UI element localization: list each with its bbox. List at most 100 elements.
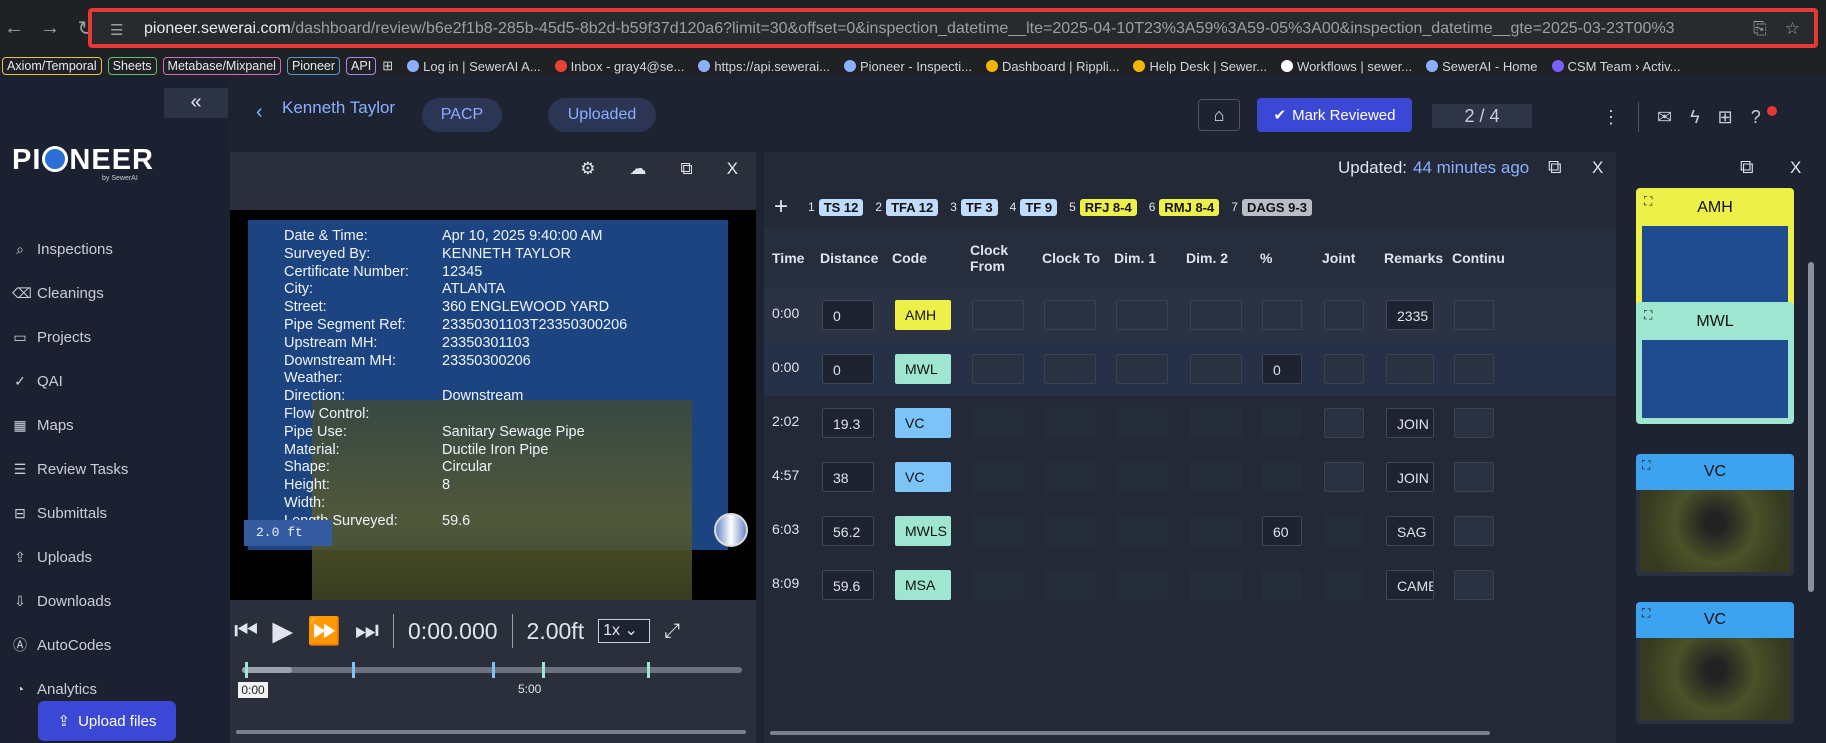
joint-input[interactable] xyxy=(1324,516,1364,546)
bookmark-link[interactable]: https://api.sewerai... xyxy=(698,59,830,74)
mail-icon[interactable]: ✉ xyxy=(1657,107,1672,128)
column-header[interactable]: Code xyxy=(892,228,927,288)
sidebar-item-projects[interactable]: ▭ Projects xyxy=(12,315,128,359)
observation-thumbnail[interactable]: MWL ⛶ xyxy=(1636,302,1794,424)
empty-cell[interactable] xyxy=(1116,462,1168,492)
settings-gear-icon[interactable]: ⚙ xyxy=(580,159,595,179)
back-chevron-icon[interactable]: ‹ xyxy=(256,101,263,124)
sidebar-item-cleanings[interactable]: ⌫ Cleanings xyxy=(12,271,128,315)
column-header[interactable]: Time xyxy=(772,228,804,288)
bookmark-folder[interactable]: Pioneer xyxy=(286,57,341,75)
table-row[interactable]: 8:09 59.6 MSA CAME xyxy=(764,558,1616,612)
sidebar-item-downloads[interactable]: ⇩ Downloads xyxy=(12,579,128,623)
distance-input[interactable]: 19.3 xyxy=(822,408,874,438)
code-badge[interactable]: VC xyxy=(895,462,951,492)
remarks-input[interactable]: CAME xyxy=(1386,570,1434,600)
inspection-pager[interactable]: 2 / 4 xyxy=(1432,104,1532,128)
percent-input[interactable] xyxy=(1262,300,1302,330)
timeline-marker[interactable] xyxy=(352,662,355,678)
empty-cell[interactable] xyxy=(972,516,1024,546)
quick-code-chip[interactable]: 1 TS 12 xyxy=(808,198,864,216)
empty-cell[interactable] xyxy=(1116,408,1168,438)
bookmark-folder[interactable]: Sheets xyxy=(107,57,157,75)
code-badge[interactable]: AMH xyxy=(895,300,951,330)
close-video-icon[interactable]: X xyxy=(727,159,738,179)
observation-thumbnail[interactable]: VC ⛶ xyxy=(1636,602,1794,724)
bookmark-link[interactable]: Help Desk | Sewer... xyxy=(1133,59,1267,74)
column-header[interactable]: Dim. 2 xyxy=(1186,228,1228,288)
timeline-marker[interactable] xyxy=(244,662,248,678)
mark-reviewed-button[interactable]: ✔ Mark Reviewed xyxy=(1257,98,1412,132)
column-header[interactable]: Joint xyxy=(1322,228,1355,288)
install-icon[interactable]: ⎘ xyxy=(1753,19,1767,39)
percent-input[interactable]: 0 xyxy=(1262,354,1302,384)
joint-input[interactable] xyxy=(1324,408,1364,438)
remarks-input[interactable]: JOIN xyxy=(1386,462,1434,492)
joint-input[interactable] xyxy=(1324,462,1364,492)
joint-input[interactable] xyxy=(1324,570,1364,600)
video-frame[interactable]: Date & Time: Apr 10, 2025 9:40:00 AM Surve… xyxy=(230,210,756,600)
expand-icon[interactable]: ⛶ xyxy=(1642,606,1650,621)
empty-cell[interactable] xyxy=(1190,516,1242,546)
empty-cell[interactable] xyxy=(1044,300,1096,330)
expand-icon[interactable]: ⛶ xyxy=(1642,458,1650,473)
quick-code-chip[interactable]: 4 TF 9 xyxy=(1010,198,1058,216)
quick-code-chip[interactable]: 2 TFA 12 xyxy=(875,198,939,216)
empty-cell[interactable] xyxy=(1116,300,1168,330)
percent-input[interactable]: 60 xyxy=(1262,516,1302,546)
bookmark-link[interactable]: Pioneer - Inspecti... xyxy=(843,59,972,74)
remarks-input[interactable]: JOIN xyxy=(1386,408,1434,438)
column-header[interactable]: Clock To xyxy=(1042,228,1100,288)
cloud-upload-icon[interactable]: ☁ xyxy=(630,159,647,179)
bookmark-folder[interactable]: API xyxy=(346,57,377,75)
open-external-icon[interactable]: ⧉ xyxy=(1548,157,1562,179)
continuous-input[interactable] xyxy=(1454,354,1494,384)
quick-code-chip[interactable]: 3 TF 3 xyxy=(950,198,998,216)
empty-cell[interactable] xyxy=(1044,462,1096,492)
forward-icon[interactable]: → xyxy=(40,17,60,40)
vertical-scrollbar[interactable] xyxy=(1808,262,1814,592)
empty-cell[interactable] xyxy=(972,300,1024,330)
bookmark-folder[interactable]: Metabase/Mixpanel xyxy=(162,57,281,75)
bookmark-link[interactable]: Workflows | sewer... xyxy=(1281,59,1412,74)
empty-cell[interactable] xyxy=(1044,408,1096,438)
table-row[interactable]: 6:03 56.2 MWLS 60 SAG xyxy=(764,504,1616,558)
add-observation-icon[interactable]: + xyxy=(774,193,788,221)
horizontal-scrollbar[interactable] xyxy=(770,731,1490,735)
fast-forward-icon[interactable]: ⏩ xyxy=(307,615,341,647)
expand-icon[interactable]: ⛶ xyxy=(1644,194,1652,209)
continuous-input[interactable] xyxy=(1454,408,1494,438)
empty-cell[interactable] xyxy=(972,570,1024,600)
quick-code-chip[interactable]: 5 RFJ 8-4 xyxy=(1069,198,1137,216)
skip-forward-icon[interactable]: ⏭ xyxy=(355,615,379,647)
site-settings-icon[interactable]: ☰ xyxy=(110,21,123,39)
remarks-input[interactable]: SAG xyxy=(1386,516,1434,546)
empty-cell[interactable] xyxy=(972,408,1024,438)
sidebar-item-inspections[interactable]: ⌕ Inspections xyxy=(12,227,128,271)
quick-code-chip[interactable]: 7 DAGS 9-3 xyxy=(1231,198,1312,216)
joint-input[interactable] xyxy=(1324,300,1364,330)
bookmark-link[interactable]: Log in | SewerAI A... xyxy=(407,59,541,74)
empty-cell[interactable] xyxy=(1190,570,1242,600)
sidebar-item-uploads[interactable]: ⇪ Uploads xyxy=(12,535,128,579)
empty-cell[interactable] xyxy=(1116,516,1168,546)
distance-input[interactable]: 0 xyxy=(822,354,874,384)
bookmark-folder[interactable]: Axiom/Temporal xyxy=(2,57,102,75)
code-badge[interactable]: MSA xyxy=(895,570,951,600)
column-header[interactable]: Distance xyxy=(820,228,878,288)
back-icon[interactable]: ← xyxy=(4,17,24,40)
apps-grid-icon[interactable]: ⊞ xyxy=(382,58,393,74)
continuous-input[interactable] xyxy=(1454,570,1494,600)
empty-cell[interactable] xyxy=(1190,408,1242,438)
empty-cell[interactable] xyxy=(1190,354,1242,384)
column-header[interactable]: Remarks xyxy=(1384,228,1443,288)
empty-cell[interactable] xyxy=(1116,354,1168,384)
empty-cell[interactable] xyxy=(972,462,1024,492)
continuous-input[interactable] xyxy=(1454,300,1494,330)
remarks-input[interactable]: 2335 xyxy=(1386,300,1434,330)
code-badge[interactable]: MWL xyxy=(895,354,951,384)
percent-input[interactable] xyxy=(1262,462,1302,492)
empty-cell[interactable] xyxy=(1044,354,1096,384)
inspector-name[interactable]: Kenneth Taylor xyxy=(282,98,395,118)
sidebar-item-qai[interactable]: ✓ QAI xyxy=(12,359,128,403)
